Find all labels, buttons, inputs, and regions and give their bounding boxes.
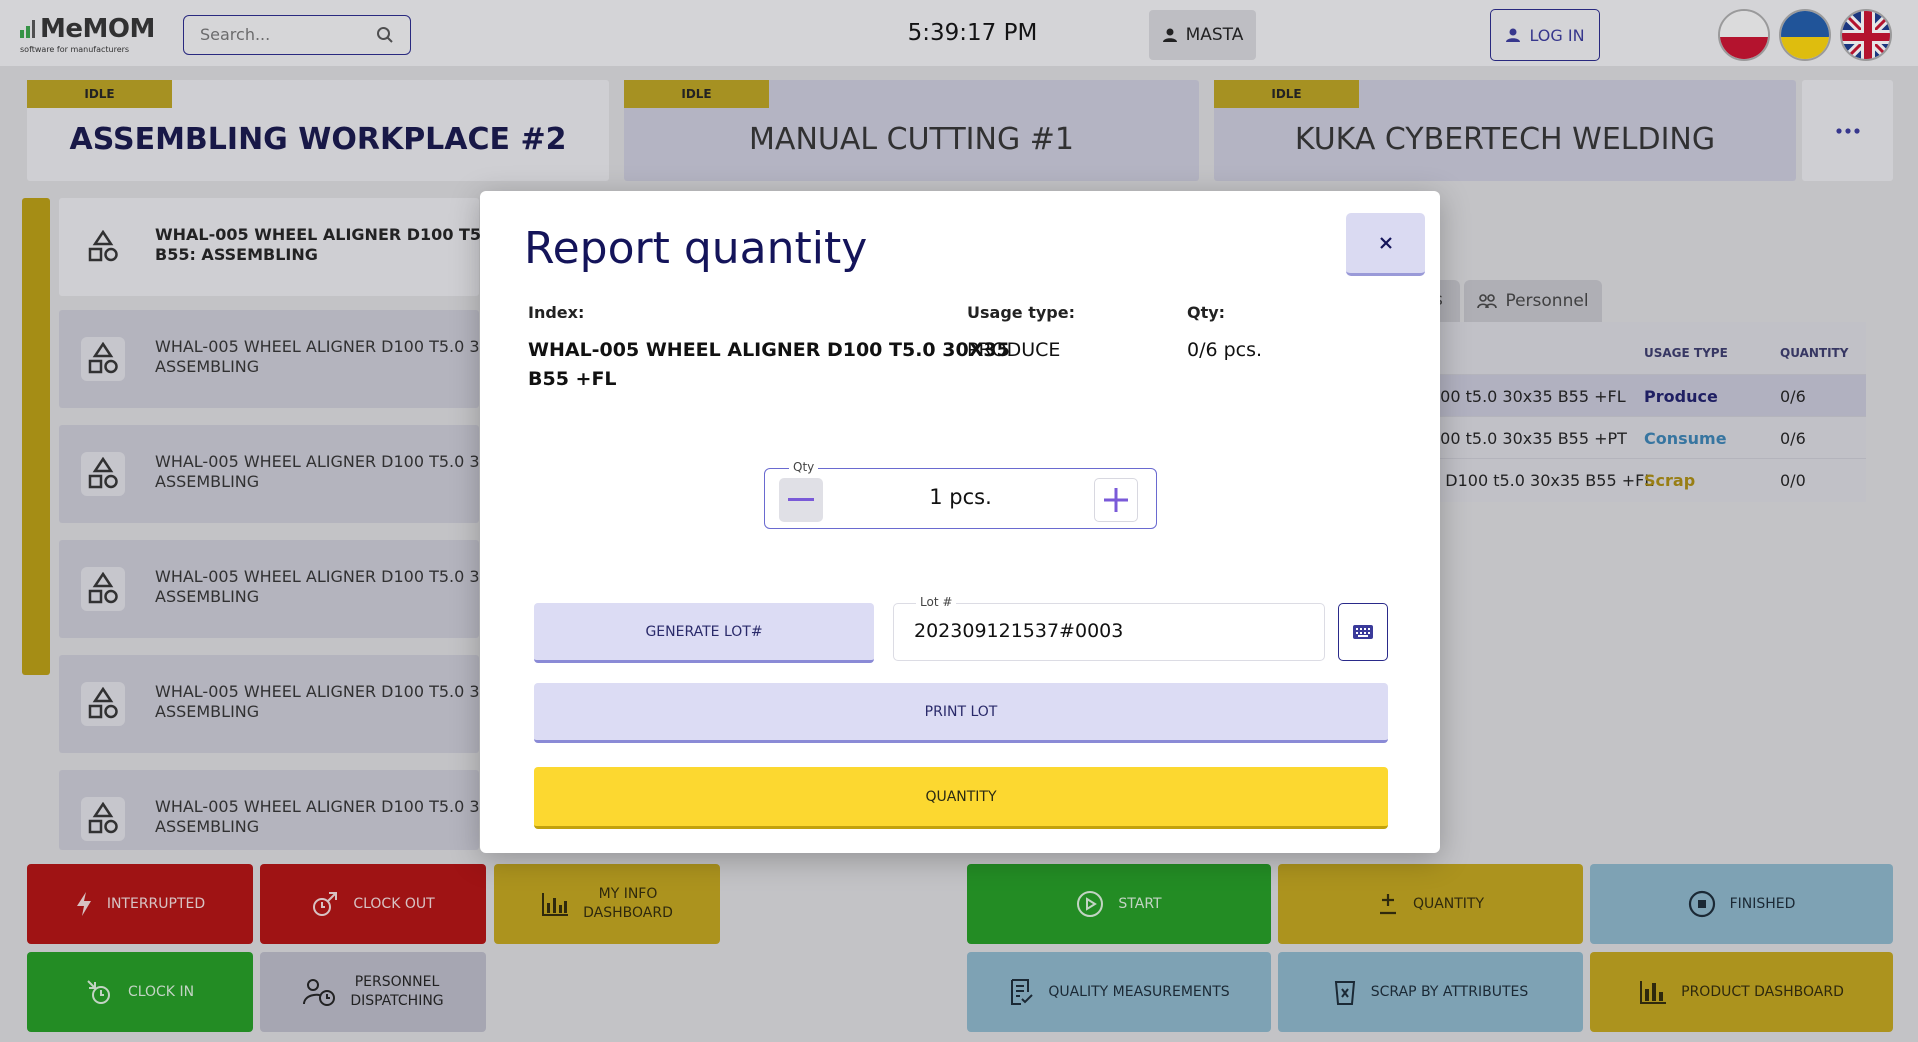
quantity-input[interactable]: 1 pcs. <box>845 485 1076 509</box>
keyboard-button[interactable] <box>1338 603 1388 661</box>
lot-number-field: Lot # <box>893 595 1325 661</box>
quantity-stepper: Qty 1 pcs. <box>764 460 1157 529</box>
close-icon <box>1379 237 1392 249</box>
usage-type-label: Usage type: <box>967 303 1075 322</box>
lot-number-legend: Lot # <box>916 595 957 609</box>
plus-icon <box>1104 488 1128 512</box>
close-button[interactable] <box>1346 213 1425 276</box>
index-label: Index: <box>528 303 585 322</box>
minus-icon <box>788 498 814 501</box>
report-quantity-dialog: Report quantity Index: Usage type: Qty: … <box>480 191 1440 853</box>
qty-value: 0/6 pcs. <box>1187 339 1263 361</box>
generate-lot-button[interactable]: GENERATE LOT# <box>534 603 874 663</box>
keyboard-icon <box>1353 625 1373 639</box>
print-lot-button[interactable]: PRINT LOT <box>534 683 1388 743</box>
lot-number-input[interactable] <box>914 620 1304 642</box>
usage-type-value: PRODUCE <box>967 339 1061 361</box>
increment-button[interactable] <box>1094 478 1138 522</box>
submit-quantity-button[interactable]: QUANTITY <box>534 767 1388 829</box>
decrement-button[interactable] <box>779 478 823 522</box>
quantity-stepper-legend: Qty <box>789 460 819 474</box>
index-value: WHAL-005 WHEEL ALIGNER D100 T5.0 30X35 B5… <box>528 339 1010 390</box>
dialog-title: Report quantity <box>524 223 868 274</box>
qty-label: Qty: <box>1187 303 1226 322</box>
